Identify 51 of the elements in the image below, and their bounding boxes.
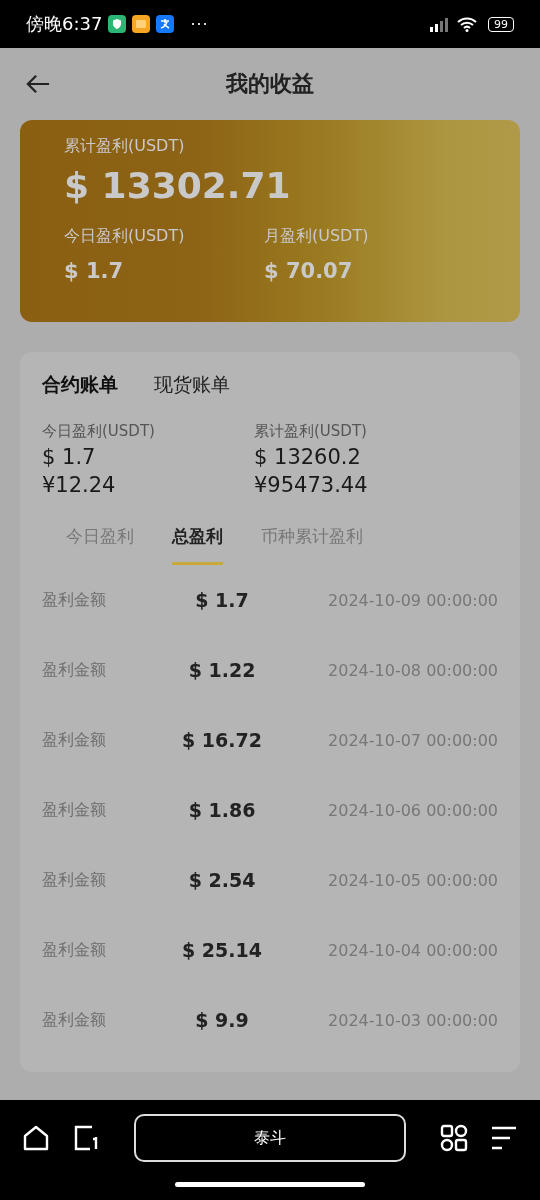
profit-time: 2024-10-04 00:00:00: [327, 940, 498, 960]
tabs-icon[interactable]: [72, 1124, 100, 1152]
profit-tab[interactable]: 总盈利: [172, 515, 223, 565]
profit-amount: $ 25.14: [181, 939, 263, 961]
row-label: 盈利金额: [42, 729, 107, 751]
stat-label: 累计盈利(USDT): [254, 422, 368, 441]
account-tab[interactable]: 合约账单: [42, 372, 118, 398]
row-label: 盈利金额: [42, 659, 107, 681]
stat-cny-value: ¥95473.44: [254, 473, 369, 497]
gallery-app-icon: [132, 15, 151, 33]
profit-amount: $ 1.7: [194, 589, 250, 611]
profit-amount: $ 1.86: [187, 799, 257, 821]
total-earnings-value: $ 13302.71: [64, 165, 292, 206]
pay-app-icon: [156, 15, 175, 33]
stat-usd-value: $ 13260.2: [254, 445, 362, 469]
profit-time: 2024-10-07 00:00:00: [327, 730, 498, 750]
profit-amount: $ 1.22: [187, 659, 257, 681]
page-title: 我的收益: [226, 70, 314, 98]
shield-app-icon: [108, 15, 127, 33]
profit-time: 2024-10-05 00:00:00: [327, 870, 498, 890]
signal-icon: [428, 16, 450, 32]
more-notifications: ···: [190, 14, 209, 34]
row-label: 盈利金额: [42, 589, 107, 611]
today-earnings-value: $ 1.7: [64, 259, 125, 283]
profit-time: 2024-10-09 00:00:00: [327, 590, 498, 610]
row-label: 盈利金额: [42, 939, 107, 961]
monthly-earnings-label: 月盈利(USDT): [264, 226, 370, 247]
profit-amount: $ 2.54: [187, 869, 257, 891]
battery-indicator: 99: [488, 16, 514, 32]
today-earnings-label: 今日盈利(USDT): [64, 226, 186, 247]
account-tab[interactable]: 现货账单: [154, 372, 230, 398]
profit-time: 2024-10-08 00:00:00: [327, 660, 498, 680]
back-arrow-icon[interactable]: [26, 74, 50, 94]
apps-grid-icon[interactable]: [440, 1124, 468, 1152]
row-label: 盈利金额: [42, 869, 107, 891]
stat-label: 今日盈利(USDT): [42, 422, 156, 441]
row-label: 盈利金额: [42, 1009, 107, 1031]
address-bar[interactable]: 泰斗: [134, 1114, 406, 1162]
stat-cny-value: ¥12.24: [42, 473, 117, 497]
stat-usd-value: $ 1.7: [42, 445, 97, 469]
status-time: 傍晚6:37: [26, 12, 103, 36]
profit-time: 2024-10-03 00:00:00: [327, 1010, 498, 1030]
profit-time: 2024-10-06 00:00:00: [327, 800, 498, 820]
monthly-earnings-value: $ 70.07: [264, 259, 354, 283]
profit-amount: $ 16.72: [181, 729, 263, 751]
row-label: 盈利金额: [42, 799, 107, 821]
profit-amount: $ 9.9: [194, 1009, 250, 1031]
wifi-icon: [456, 16, 478, 32]
total-earnings-label: 累计盈利(USDT): [64, 136, 186, 157]
menu-icon[interactable]: [490, 1124, 518, 1152]
home-icon[interactable]: [22, 1124, 50, 1152]
